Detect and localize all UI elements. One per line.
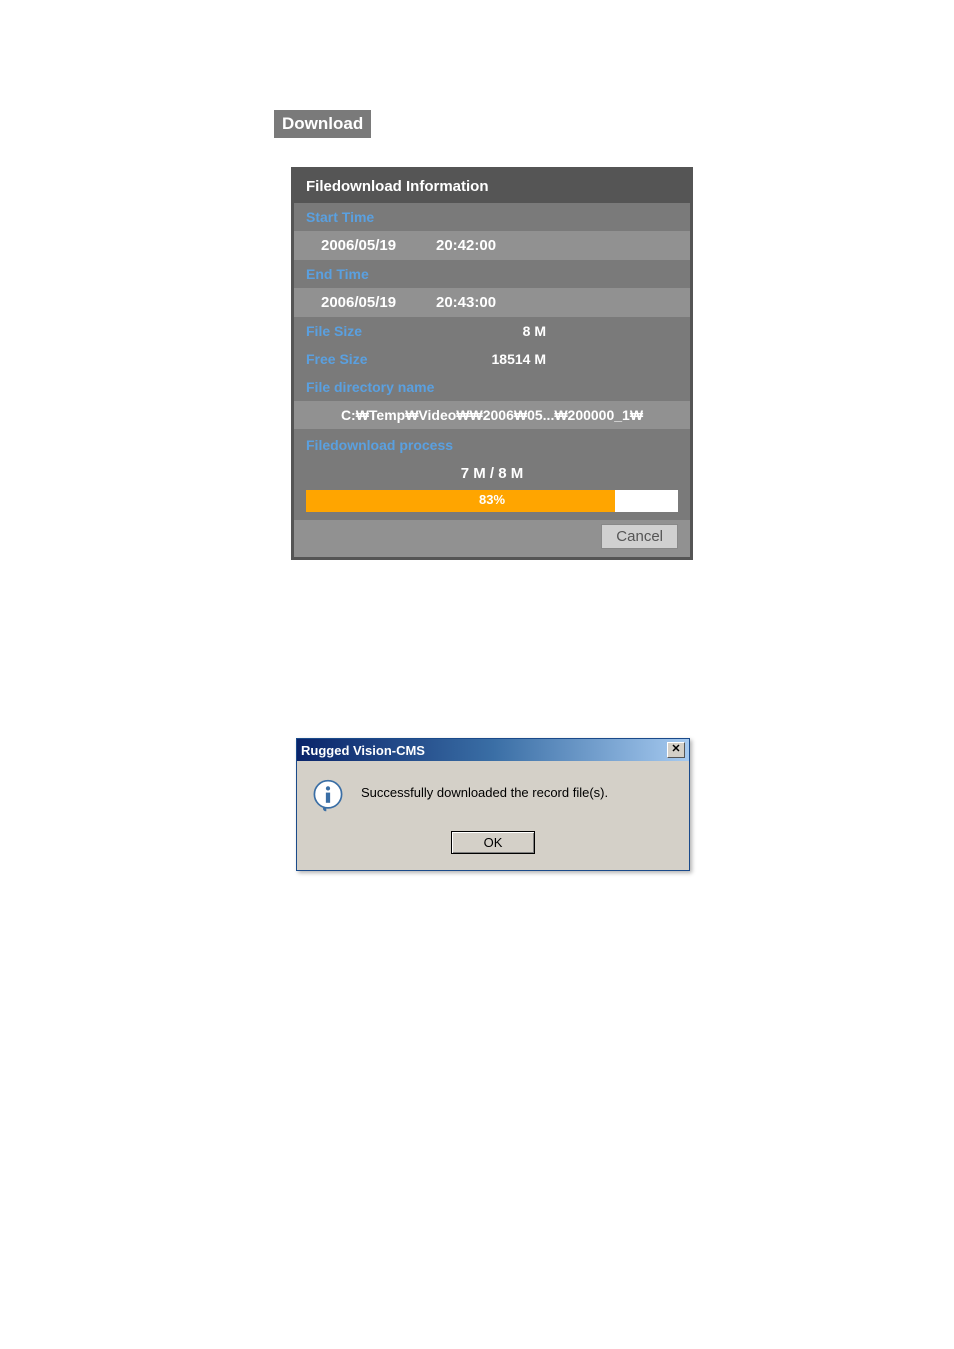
panel-header: Filedownload Information <box>294 170 690 203</box>
file-size-row: File Size 8 M <box>294 317 690 345</box>
progress-percent: 83% <box>306 492 678 507</box>
file-size-label: File Size <box>306 323 456 339</box>
download-heading: Download <box>274 110 371 138</box>
close-icon[interactable]: ✕ <box>667 742 685 758</box>
message-box-footer: OK <box>297 823 689 870</box>
button-row: Cancel <box>294 520 690 557</box>
end-time-label: End Time <box>294 260 690 288</box>
file-size-value: 8 M <box>456 323 546 339</box>
download-process-label: Filedownload process <box>294 429 690 461</box>
progress-bar: 83% <box>306 490 678 512</box>
download-panel: Filedownload Information Start Time 2006… <box>291 167 693 560</box>
info-icon <box>311 779 345 813</box>
free-size-row: Free Size 18514 M <box>294 345 690 373</box>
free-size-value: 18514 M <box>456 351 546 367</box>
message-box-titlebar[interactable]: Rugged Vision-CMS ✕ <box>297 739 689 761</box>
start-time-row: 2006/05/19 20:42:00 <box>294 231 690 260</box>
directory-name-label: File directory name <box>294 373 690 401</box>
end-date-value: 2006/05/19 <box>321 294 421 311</box>
message-box: Rugged Vision-CMS ✕ Successfully downloa… <box>296 738 690 871</box>
start-time-label: Start Time <box>294 203 690 231</box>
message-box-body: Successfully downloaded the record file(… <box>297 761 689 823</box>
message-box-title: Rugged Vision-CMS <box>301 743 425 758</box>
end-time-row: 2006/05/19 20:43:00 <box>294 288 690 317</box>
ok-button[interactable]: OK <box>451 831 536 854</box>
directory-name-value: C:₩Temp₩Video₩₩2006₩05...₩200000_1₩ <box>294 401 690 429</box>
start-date-value: 2006/05/19 <box>321 237 421 254</box>
end-time-value: 20:43:00 <box>436 294 496 311</box>
cancel-button[interactable]: Cancel <box>601 524 678 549</box>
message-box-text: Successfully downloaded the record file(… <box>361 779 608 800</box>
start-time-value: 20:42:00 <box>436 237 496 254</box>
progress-text: 7 M / 8 M <box>294 461 690 486</box>
free-size-label: Free Size <box>306 351 456 367</box>
